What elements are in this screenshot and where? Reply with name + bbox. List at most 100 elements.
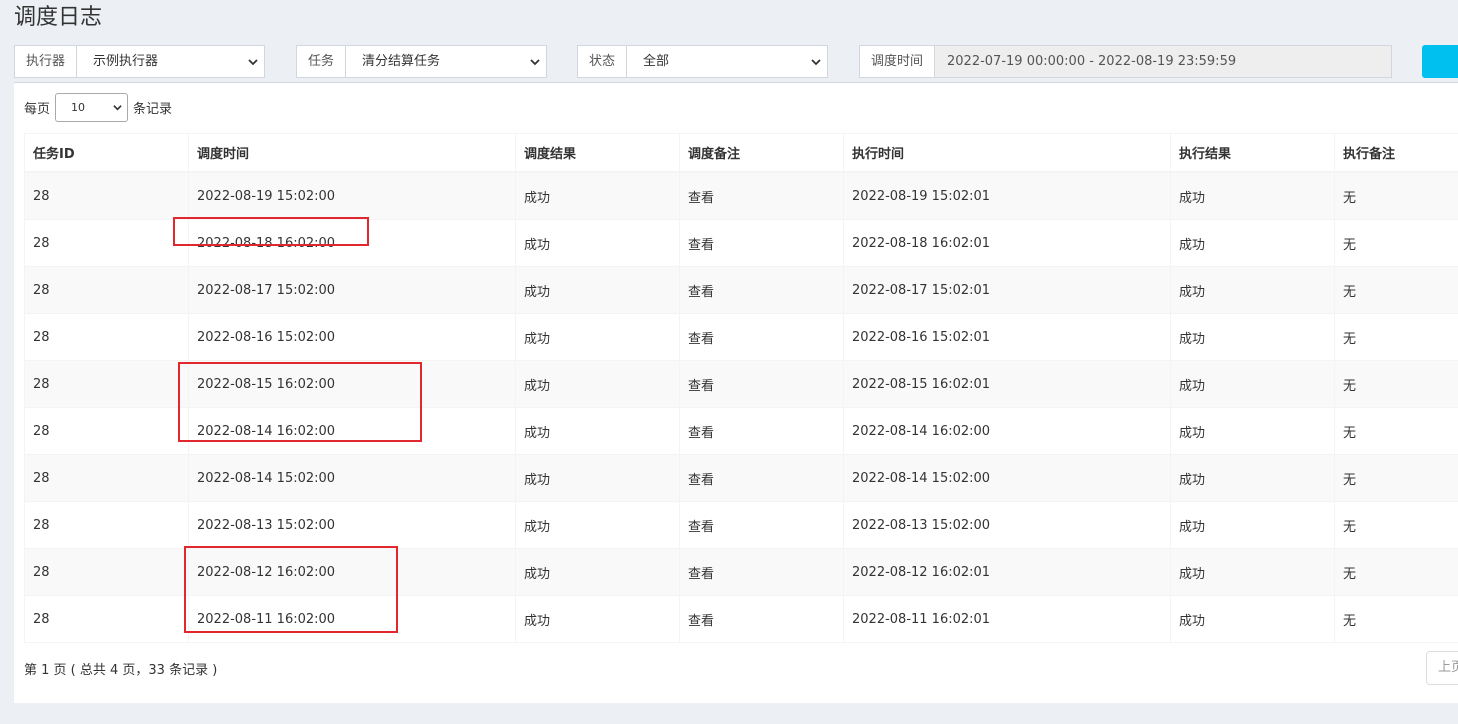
handle-result: 成功 [1170, 548, 1335, 596]
view-trigger-msg-link[interactable]: 查看 [679, 172, 844, 220]
job-id-link[interactable]: 28 [24, 360, 189, 408]
handle-time: 2022-08-16 15:02:01 [843, 313, 1171, 361]
column-header[interactable]: 调度备注 [679, 133, 844, 173]
trigger-result: 成功 [515, 454, 680, 502]
job-id-link[interactable]: 28 [24, 548, 189, 596]
trigger-time: 2022-08-17 15:02:00 [188, 266, 516, 314]
table-header-row: 任务ID 调度时间 调度结果 调度备注 执行时间 执行结果 执行备注 [24, 133, 1458, 173]
trigger-result: 成功 [515, 548, 680, 596]
handle-result: 成功 [1170, 172, 1335, 220]
job-id-link[interactable]: 28 [24, 172, 189, 220]
handle-msg: 无 [1334, 313, 1458, 361]
table-row: 28 2022-08-16 15:02:00 成功 查看 2022-08-16 … [24, 313, 1458, 361]
page-length-value: 10 [71, 101, 86, 114]
trigger-result: 成功 [515, 266, 680, 314]
handle-msg: 无 [1334, 548, 1458, 596]
column-header[interactable]: 任务ID [24, 133, 189, 173]
view-trigger-msg-link[interactable]: 查看 [679, 360, 844, 408]
view-trigger-msg-link[interactable]: 查看 [679, 454, 844, 502]
handle-msg: 无 [1334, 219, 1458, 267]
handle-result: 成功 [1170, 313, 1335, 361]
job-id-link[interactable]: 28 [24, 407, 189, 455]
status-filter: 状态 全部 [577, 45, 828, 78]
job-label: 任务 [297, 46, 347, 77]
column-header[interactable]: 执行备注 [1334, 133, 1458, 173]
view-trigger-msg-link[interactable]: 查看 [679, 501, 844, 549]
trigger-result: 成功 [515, 595, 680, 643]
time-filter: 调度时间 2022-07-19 00:00:00 - 2022-08-19 23… [859, 45, 1392, 78]
table-row: 28 2022-08-17 15:02:00 成功 查看 2022-08-17 … [24, 266, 1458, 314]
job-select[interactable]: 清分结算任务 [346, 46, 546, 77]
handle-msg: 无 [1334, 407, 1458, 455]
page-length-prefix: 每页 [24, 102, 51, 117]
chevron-down-icon [113, 105, 122, 111]
executor-filter: 执行器 示例执行器 [14, 45, 265, 78]
handle-msg: 无 [1334, 360, 1458, 408]
handle-result: 成功 [1170, 595, 1335, 643]
handle-result: 成功 [1170, 219, 1335, 267]
annotation-box [173, 217, 369, 246]
handle-msg: 无 [1334, 172, 1458, 220]
trigger-result: 成功 [515, 501, 680, 549]
annotation-box [184, 546, 398, 633]
handle-msg: 无 [1334, 454, 1458, 502]
handle-time: 2022-08-14 16:02:00 [843, 407, 1171, 455]
handle-result: 成功 [1170, 407, 1335, 455]
pagination-info: 第 1 页 ( 总共 4 页，33 条记录 ) [24, 663, 218, 678]
annotation-box [178, 362, 422, 442]
handle-result: 成功 [1170, 266, 1335, 314]
page-length-suffix: 条记录 [133, 102, 173, 117]
job-id-link[interactable]: 28 [24, 454, 189, 502]
job-id-link[interactable]: 28 [24, 266, 189, 314]
column-header[interactable]: 调度结果 [515, 133, 680, 173]
handle-time: 2022-08-14 15:02:00 [843, 454, 1171, 502]
chevron-down-icon [530, 59, 540, 66]
page-length-control: 每页 10 条记录 [24, 93, 172, 122]
handle-msg: 无 [1334, 266, 1458, 314]
prev-page-button[interactable]: 上页 [1426, 651, 1458, 685]
job-id-link[interactable]: 28 [24, 501, 189, 549]
table-row: 28 2022-08-19 15:02:00 成功 查看 2022-08-19 … [24, 172, 1458, 220]
time-range-input[interactable]: 2022-07-19 00:00:00 - 2022-08-19 23:59:5… [935, 46, 1391, 77]
view-trigger-msg-link[interactable]: 查看 [679, 407, 844, 455]
handle-time: 2022-08-11 16:02:01 [843, 595, 1171, 643]
column-header[interactable]: 执行时间 [843, 133, 1171, 173]
handle-time: 2022-08-18 16:02:01 [843, 219, 1171, 267]
trigger-time: 2022-08-13 15:02:00 [188, 501, 516, 549]
job-select-value: 清分结算任务 [362, 54, 441, 69]
chevron-down-icon [248, 59, 258, 66]
trigger-result: 成功 [515, 313, 680, 361]
view-trigger-msg-link[interactable]: 查看 [679, 313, 844, 361]
chevron-down-icon [811, 59, 821, 66]
trigger-result: 成功 [515, 172, 680, 220]
job-filter: 任务 清分结算任务 [296, 45, 547, 78]
view-trigger-msg-link[interactable]: 查看 [679, 595, 844, 643]
executor-select[interactable]: 示例执行器 [77, 46, 264, 77]
handle-time: 2022-08-13 15:02:00 [843, 501, 1171, 549]
executor-label: 执行器 [15, 46, 78, 77]
status-label: 状态 [578, 46, 628, 77]
trigger-result: 成功 [515, 360, 680, 408]
view-trigger-msg-link[interactable]: 查看 [679, 266, 844, 314]
page-length-select[interactable]: 10 [55, 93, 129, 122]
handle-time: 2022-08-17 15:02:01 [843, 266, 1171, 314]
view-trigger-msg-link[interactable]: 查看 [679, 219, 844, 267]
job-id-link[interactable]: 28 [24, 219, 189, 267]
table-row: 28 2022-08-14 15:02:00 成功 查看 2022-08-14 … [24, 454, 1458, 502]
trigger-result: 成功 [515, 407, 680, 455]
column-header[interactable]: 执行结果 [1170, 133, 1335, 173]
time-label: 调度时间 [860, 46, 936, 77]
column-header[interactable]: 调度时间 [188, 133, 516, 173]
search-button[interactable] [1422, 45, 1458, 78]
handle-result: 成功 [1170, 501, 1335, 549]
view-trigger-msg-link[interactable]: 查看 [679, 548, 844, 596]
table-row: 28 2022-08-13 15:02:00 成功 查看 2022-08-13 … [24, 501, 1458, 549]
handle-time: 2022-08-12 16:02:01 [843, 548, 1171, 596]
trigger-time: 2022-08-16 15:02:00 [188, 313, 516, 361]
page-title: 调度日志 [14, 5, 103, 30]
handle-result: 成功 [1170, 360, 1335, 408]
job-id-link[interactable]: 28 [24, 595, 189, 643]
job-id-link[interactable]: 28 [24, 313, 189, 361]
handle-time: 2022-08-15 16:02:01 [843, 360, 1171, 408]
status-select[interactable]: 全部 [627, 46, 827, 77]
